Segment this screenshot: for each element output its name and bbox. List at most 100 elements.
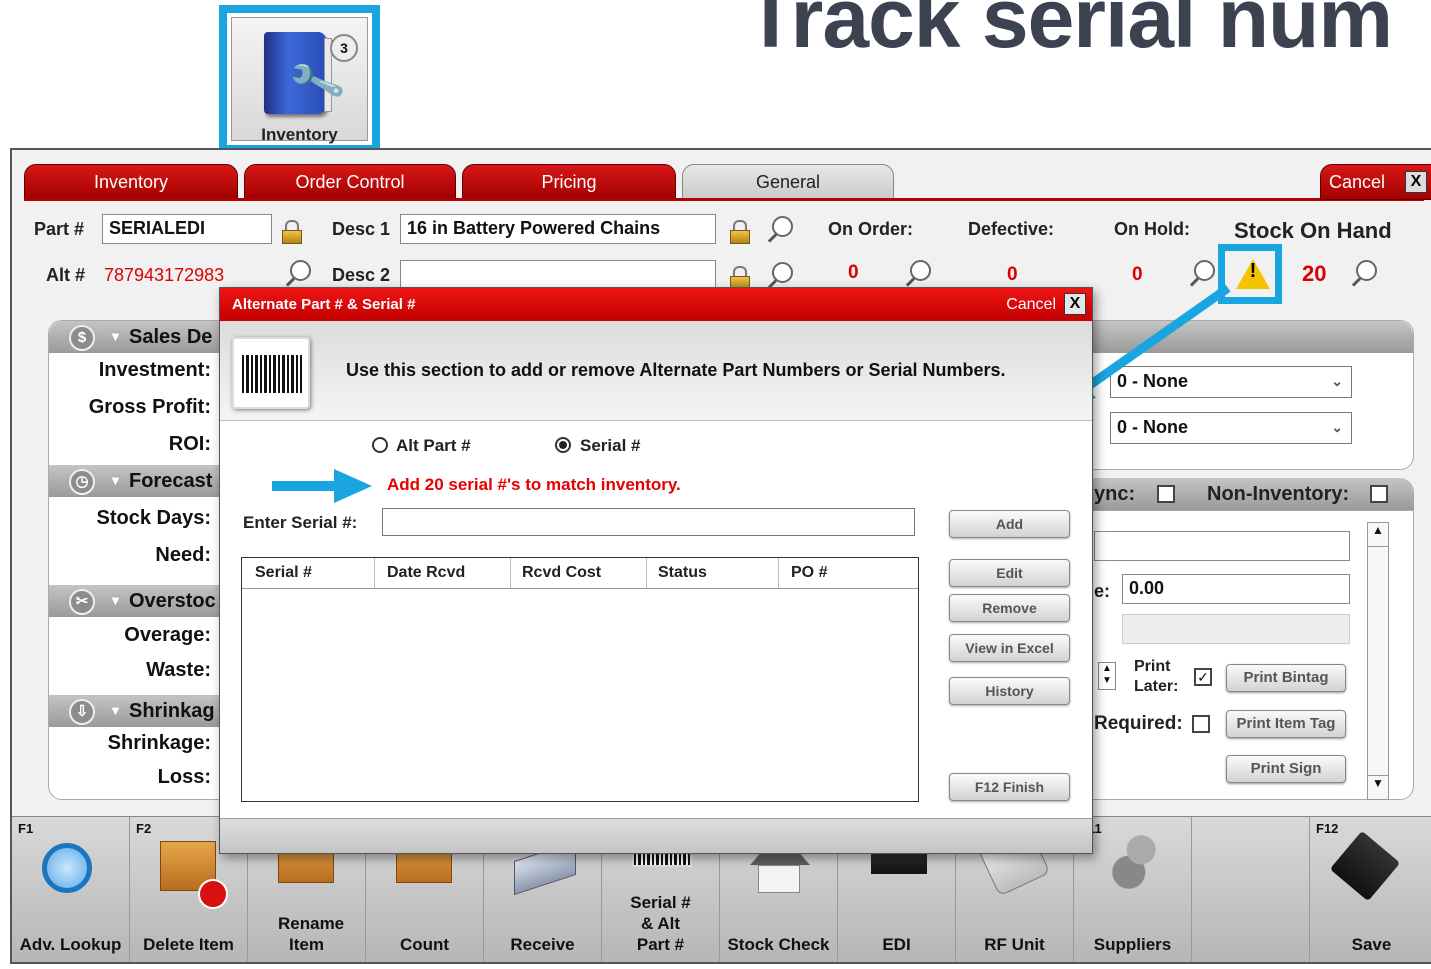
window-cancel-button[interactable]: Cancel X: [1320, 164, 1431, 200]
inventory-tile[interactable]: 🔧 3 Inventory: [219, 5, 380, 153]
add-button[interactable]: Add: [949, 510, 1070, 538]
collapse-triangle-icon[interactable]: ▼: [109, 465, 122, 497]
investment-label: Investment:: [98, 359, 211, 381]
remove-button[interactable]: Remove: [949, 594, 1070, 622]
save-button[interactable]: F12 Save: [1310, 817, 1431, 962]
desc1-search-icon[interactable]: [766, 216, 793, 242]
serial-radio-label: Serial #: [580, 436, 641, 455]
disabled-field: [1122, 614, 1350, 644]
spinner-icon[interactable]: ▲ ▼: [1098, 662, 1116, 690]
alt-part-radio[interactable]: [372, 437, 388, 453]
finish-button[interactable]: F12 Finish: [949, 773, 1070, 801]
tab-order-control[interactable]: Order Control: [244, 164, 456, 200]
on-hold-label: On Hold:: [1114, 219, 1190, 239]
desc2-search-icon[interactable]: [766, 262, 793, 288]
col-serial[interactable]: Serial #: [255, 564, 312, 582]
tools-icon: ✂: [69, 589, 95, 615]
edit-button[interactable]: Edit: [949, 559, 1070, 587]
print-bintag-button[interactable]: Print Bintag: [1226, 664, 1346, 692]
price-input[interactable]: 0.00: [1122, 574, 1350, 604]
people-gear-icon: [1104, 833, 1166, 889]
serial-input[interactable]: [382, 508, 915, 536]
forecast-header-label: Forecast: [129, 470, 213, 492]
overage-label: Overage:: [124, 624, 211, 646]
dialog-info-band: Use this section to add or remove Altern…: [220, 321, 1092, 421]
defective-label: Defective:: [968, 219, 1055, 239]
collapse-triangle-icon[interactable]: ▼: [109, 321, 122, 353]
floppy-icon: [1329, 830, 1401, 902]
tab-bar-underline: [24, 198, 1424, 201]
dialog-footer: [220, 818, 1092, 853]
unlock-icon[interactable]: [730, 220, 750, 244]
serial-warning-message: Add 20 serial #'s to match inventory.: [387, 475, 681, 494]
col-po[interactable]: PO #: [791, 564, 827, 582]
dialog-title-bar: Alternate Part # & Serial # Cancel X: [220, 288, 1092, 321]
dialog-cancel-button[interactable]: Cancel: [1006, 288, 1056, 321]
on-order-value: 0: [848, 262, 859, 283]
col-separator: [510, 558, 511, 588]
lock-icon[interactable]: [282, 220, 302, 244]
down-arrow-icon: ⇩: [69, 699, 95, 725]
need-label: Need:: [155, 544, 211, 566]
desc1-label: Desc 1: [332, 219, 391, 239]
desc2-label: Desc 2: [332, 265, 391, 285]
tab-pricing[interactable]: Pricing: [462, 164, 676, 200]
stock-check-label: Stock Check: [727, 935, 830, 954]
inventory-tile-label: Inventory: [261, 125, 338, 144]
col-separator: [646, 558, 647, 588]
scroll-down-icon[interactable]: ▼: [1368, 775, 1388, 799]
price-prefix-label: e:: [1094, 581, 1111, 601]
table-header: Serial # Date Rcvd Rcvd Cost Status PO #: [242, 558, 918, 589]
desc2-input[interactable]: [400, 260, 716, 290]
print-item-tag-button[interactable]: Print Item Tag: [1226, 710, 1346, 738]
collapse-triangle-icon[interactable]: ▼: [109, 695, 122, 727]
barcode-icon: [232, 337, 310, 409]
required-checkbox[interactable]: [1192, 715, 1210, 733]
overstock-header-label: Overstoc: [129, 590, 216, 612]
stock-on-hand-label: Stock On Hand: [1234, 218, 1392, 243]
adv-lookup-button[interactable]: F1 Adv. Lookup: [12, 817, 130, 962]
col-date-rcvd[interactable]: Date Rcvd: [387, 564, 465, 582]
non-inventory-checkbox[interactable]: [1370, 485, 1388, 503]
collapse-triangle-icon[interactable]: ▼: [109, 585, 122, 617]
waste-label: Waste:: [146, 659, 211, 681]
stock-search-icon[interactable]: [1350, 260, 1377, 286]
serial-radio[interactable]: [555, 437, 571, 453]
save-label: Save: [1351, 935, 1392, 954]
shrinkage-header-label: Shrinkag: [129, 700, 215, 722]
delete-badge-icon: [198, 879, 228, 909]
roi-label: ROI:: [168, 433, 211, 455]
col-rcvd-cost[interactable]: Rcvd Cost: [522, 564, 601, 582]
inventory-tile-body[interactable]: 🔧 3 Inventory: [231, 17, 368, 144]
part-number-input[interactable]: SERIALEDI: [102, 214, 272, 244]
on-order-search-icon[interactable]: [904, 260, 931, 286]
history-button[interactable]: History: [949, 677, 1070, 705]
close-icon[interactable]: X: [1405, 171, 1427, 193]
col-separator: [778, 558, 779, 588]
tab-general[interactable]: General: [682, 164, 894, 200]
edi-label: EDI: [882, 935, 911, 954]
print-later-label-1: Print: [1134, 658, 1171, 675]
category-select-2[interactable]: 0 - None ⌄: [1110, 412, 1352, 444]
sales-header-label: Sales De: [129, 326, 213, 348]
options-field-1[interactable]: [1094, 531, 1350, 561]
part-label: Part #: [34, 219, 85, 239]
print-later-checkbox[interactable]: ✓: [1194, 668, 1212, 686]
view-in-excel-button[interactable]: View in Excel: [949, 634, 1070, 662]
defective-value: 0: [1007, 264, 1018, 285]
print-sign-button[interactable]: Print Sign: [1226, 755, 1346, 783]
dialog-close-icon[interactable]: X: [1064, 293, 1086, 315]
unlock-icon-2[interactable]: [730, 266, 750, 290]
alt-search-icon[interactable]: [284, 260, 311, 286]
sync-checkbox[interactable]: [1157, 485, 1175, 503]
delete-item-label: Delete Item: [143, 935, 234, 954]
print-later-label-2: Later:: [1134, 678, 1179, 695]
desc1-input[interactable]: 16 in Battery Powered Chains: [400, 214, 716, 244]
col-status[interactable]: Status: [658, 564, 707, 582]
tab-inventory[interactable]: Inventory: [24, 164, 238, 200]
serial-dialog: Alternate Part # & Serial # Cancel X Use…: [219, 287, 1093, 854]
count-label: Count: [399, 935, 450, 954]
magnifier-icon: [42, 843, 92, 893]
scrollbar[interactable]: ▲ ▼: [1367, 522, 1389, 800]
scroll-up-icon[interactable]: ▲: [1368, 523, 1388, 547]
